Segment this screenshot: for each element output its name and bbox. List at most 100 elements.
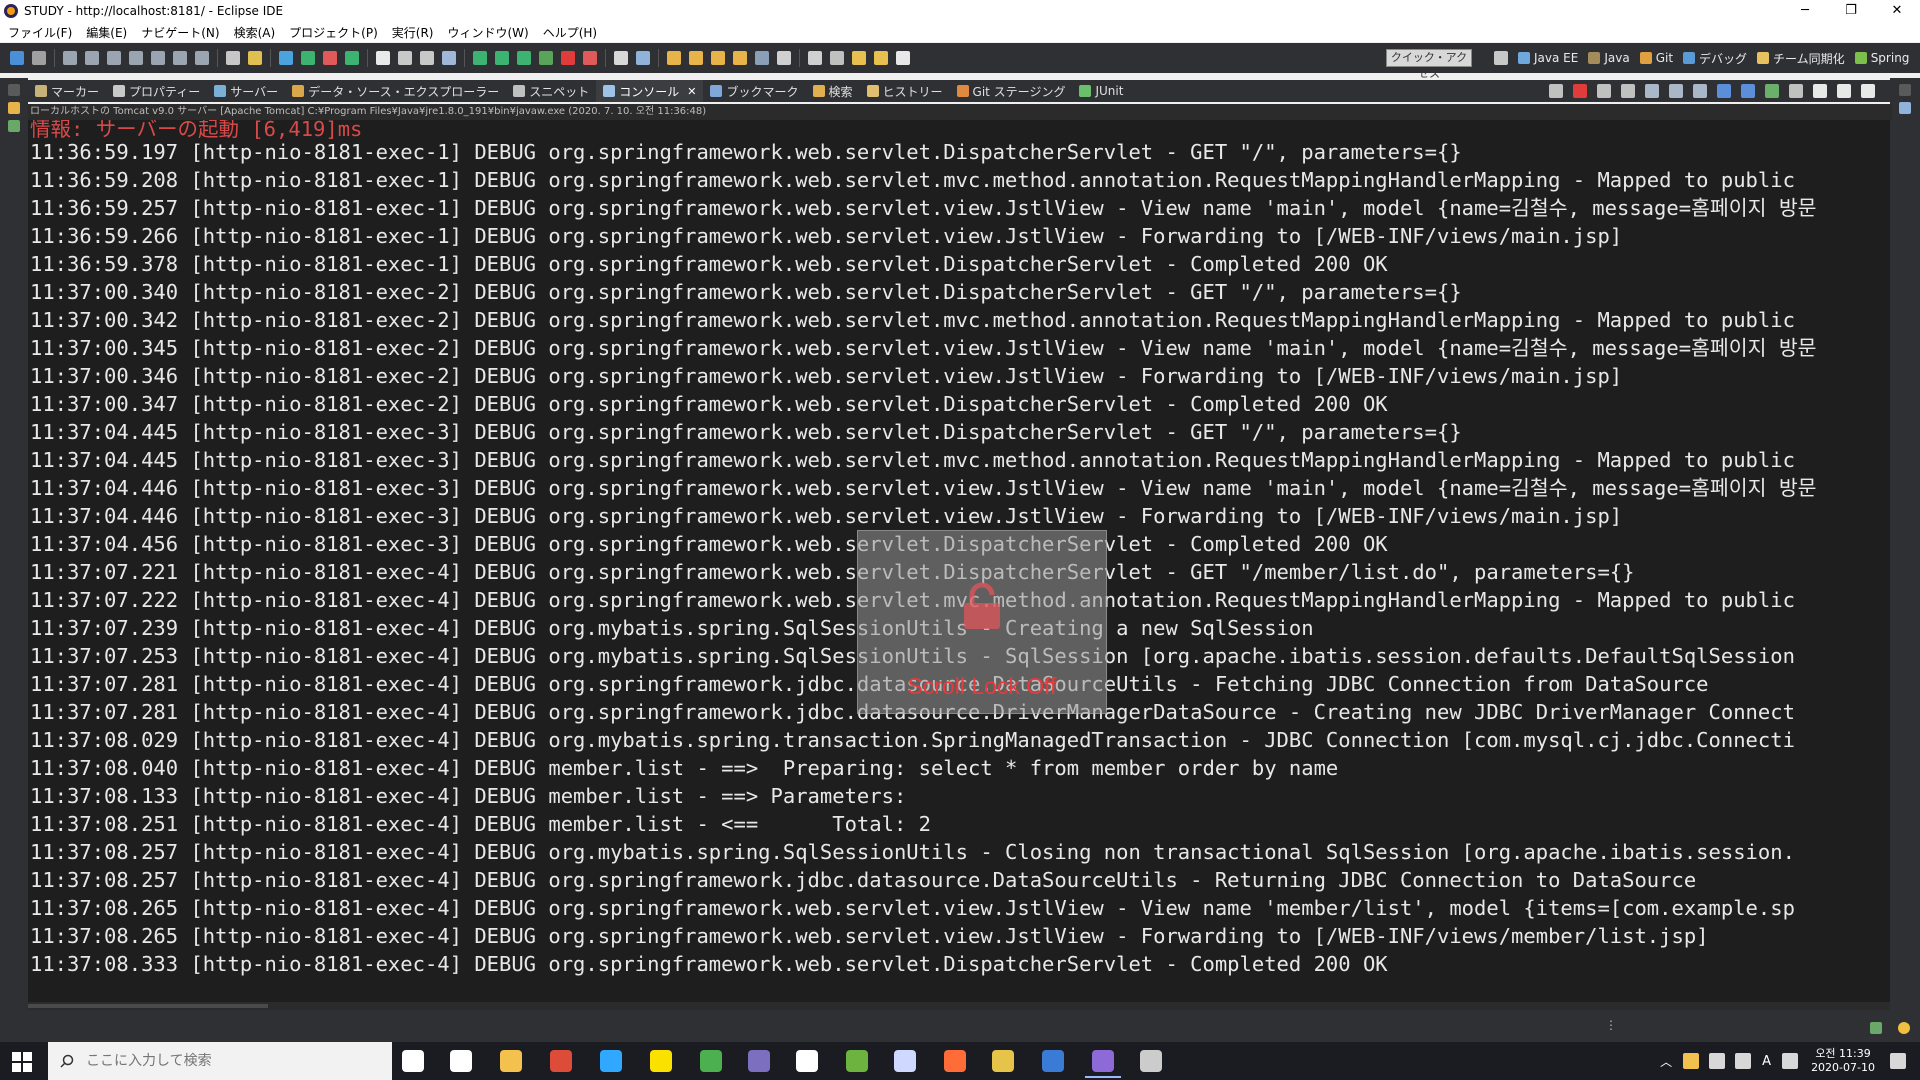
- wifi-icon[interactable]: [1735, 1053, 1752, 1069]
- terminate-icon[interactable]: [107, 51, 121, 65]
- tab-data-source-explorer[interactable]: データ・ソース・エクスプローラー: [285, 80, 506, 102]
- disconnect-icon[interactable]: [129, 51, 143, 65]
- pin-icon[interactable]: [830, 51, 844, 65]
- taskbar-app[interactable]: [593, 1046, 629, 1076]
- step-return-icon[interactable]: [195, 51, 209, 65]
- tab-console[interactable]: コンソール ✕: [596, 80, 704, 102]
- restore-icon[interactable]: [8, 84, 20, 96]
- show-stdout-icon[interactable]: [1693, 84, 1707, 98]
- taskbar-app[interactable]: [741, 1046, 777, 1076]
- tab-git-staging[interactable]: Git ステージング: [950, 80, 1073, 102]
- step-over-icon[interactable]: [173, 51, 187, 65]
- perspective-debug[interactable]: デバッグ: [1683, 50, 1747, 67]
- tab-history[interactable]: ヒストリー: [860, 80, 950, 102]
- scroll-lock-icon[interactable]: [1549, 84, 1563, 98]
- spring-boot-icon[interactable]: [345, 51, 359, 65]
- close-button[interactable]: ✕: [1874, 0, 1920, 22]
- taskbar-app[interactable]: [395, 1046, 431, 1076]
- search-icon[interactable]: [755, 51, 769, 65]
- clear-console-icon[interactable]: [1645, 84, 1659, 98]
- tab-properties[interactable]: プロパティー: [106, 80, 207, 102]
- new-server-icon[interactable]: [614, 51, 628, 65]
- tab-servers[interactable]: サーバー: [207, 80, 285, 102]
- menu-file[interactable]: ファイル(F): [2, 24, 78, 41]
- minimize-view-icon[interactable]: [1837, 84, 1851, 98]
- perspective-git[interactable]: Git: [1639, 51, 1673, 65]
- new-java-project-icon[interactable]: [376, 51, 390, 65]
- remove-launch-icon[interactable]: [1597, 84, 1611, 98]
- ime-icon[interactable]: [1782, 1053, 1799, 1069]
- external-tools-icon[interactable]: [539, 51, 553, 65]
- gear-icon[interactable]: [279, 51, 293, 65]
- close-icon[interactable]: ✕: [687, 85, 696, 98]
- taskbar-search[interactable]: [48, 1042, 392, 1080]
- taskbar-app[interactable]: [1133, 1046, 1169, 1076]
- chevron-up-icon[interactable]: ︿: [1660, 1053, 1672, 1070]
- taskbar-app[interactable]: [643, 1046, 679, 1076]
- menu-window[interactable]: ウィンドウ(W): [441, 24, 534, 41]
- taskbar-app[interactable]: [937, 1046, 973, 1076]
- open-console-icon[interactable]: [1813, 84, 1827, 98]
- tip-bulb-icon[interactable]: [1898, 1022, 1910, 1034]
- server-start-icon[interactable]: [301, 51, 315, 65]
- menu-edit[interactable]: 編集(E): [80, 24, 133, 41]
- highlight-icon[interactable]: [733, 51, 747, 65]
- drop-to-frame-icon[interactable]: [226, 51, 240, 65]
- menu-search[interactable]: 検索(A): [228, 24, 282, 41]
- open-type-icon[interactable]: [442, 51, 456, 65]
- remove-all-icon[interactable]: [1621, 84, 1635, 98]
- progress-icon[interactable]: [1870, 1022, 1882, 1034]
- open-perspective-icon[interactable]: [1494, 51, 1508, 65]
- task-list-icon[interactable]: [1899, 102, 1911, 114]
- run-icon[interactable]: [495, 51, 509, 65]
- relaunch-icon[interactable]: [583, 51, 597, 65]
- pin-console-icon[interactable]: [1741, 84, 1755, 98]
- restore-icon[interactable]: [1899, 84, 1911, 96]
- new-console-icon[interactable]: [1789, 84, 1803, 98]
- taskbar-app[interactable]: [1085, 1046, 1121, 1078]
- tab-snippets[interactable]: スニペット: [506, 80, 596, 102]
- use-step-filters-icon[interactable]: [248, 51, 262, 65]
- pencil-icon[interactable]: [711, 51, 725, 65]
- project-explorer-icon[interactable]: [8, 102, 20, 114]
- open-folder-icon[interactable]: [667, 51, 681, 65]
- taskbar-app[interactable]: [693, 1046, 729, 1076]
- resume-icon[interactable]: [63, 51, 77, 65]
- outline-icon[interactable]: [8, 120, 20, 132]
- taskbar-search-input[interactable]: [84, 1052, 368, 1070]
- debug-icon[interactable]: [473, 51, 487, 65]
- taskbar-app[interactable]: [543, 1046, 579, 1076]
- kakaotalk-tray-icon[interactable]: [1683, 1053, 1700, 1069]
- notification-icon[interactable]: [1890, 1053, 1906, 1069]
- coverage-icon[interactable]: [517, 51, 531, 65]
- new-icon[interactable]: [10, 51, 24, 65]
- console-output[interactable]: 情報: サーバーの起動 [6,419]ms 11:36:59.197 [http…: [28, 120, 1890, 1002]
- task-icon[interactable]: [777, 51, 791, 65]
- menu-run[interactable]: 実行(R): [386, 24, 440, 41]
- ime-mode[interactable]: A: [1762, 1054, 1771, 1069]
- maximize-view-icon[interactable]: [1861, 84, 1875, 98]
- show-stderr-icon[interactable]: [1717, 84, 1731, 98]
- new-package-icon[interactable]: [398, 51, 412, 65]
- taskbar-app[interactable]: [789, 1046, 825, 1076]
- perspective-java[interactable]: Java: [1588, 51, 1630, 65]
- perspective-team-sync[interactable]: チーム同期化: [1757, 50, 1845, 67]
- perspective-spring[interactable]: Spring: [1854, 51, 1909, 65]
- open-resource-icon[interactable]: [689, 51, 703, 65]
- display-console-icon[interactable]: [1765, 84, 1779, 98]
- console-horizontal-scrollbar[interactable]: [28, 1002, 1890, 1010]
- menu-project[interactable]: プロジェクト(P): [283, 24, 384, 41]
- scrollbar-thumb[interactable]: [28, 1004, 268, 1008]
- windows-start-icon[interactable]: [12, 1052, 32, 1072]
- next-edit-icon[interactable]: [896, 51, 910, 65]
- tab-search[interactable]: 検索: [806, 80, 860, 102]
- step-into-icon[interactable]: [151, 51, 165, 65]
- taskbar-app[interactable]: [887, 1046, 923, 1076]
- taskbar-app[interactable]: [839, 1046, 875, 1076]
- taskbar-app[interactable]: [1035, 1046, 1071, 1076]
- annotation-icon[interactable]: [808, 51, 822, 65]
- taskbar-app[interactable]: [443, 1046, 479, 1076]
- taskbar-app[interactable]: [493, 1046, 529, 1076]
- globe-icon[interactable]: [636, 51, 650, 65]
- quick-access-field[interactable]: クイック・アクセス: [1386, 49, 1472, 80]
